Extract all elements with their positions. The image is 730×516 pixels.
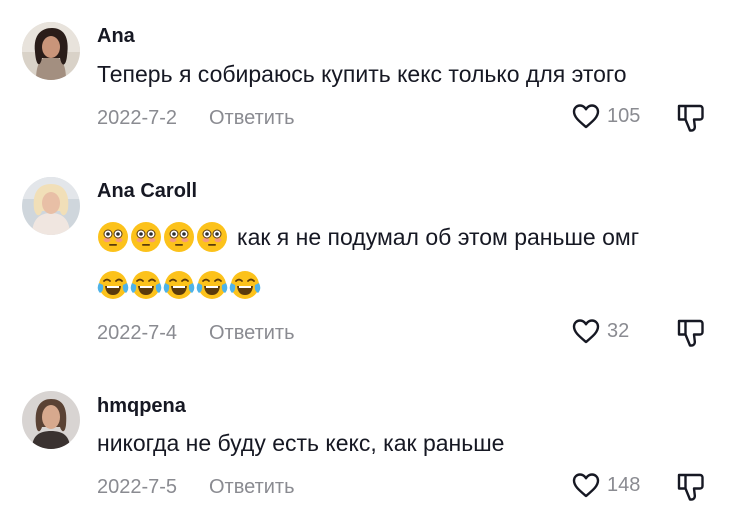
- reply-button[interactable]: Ответить: [209, 107, 295, 130]
- like-count: 105: [607, 104, 641, 127]
- thumbs-down-icon: [676, 103, 706, 133]
- comment-username[interactable]: Ana: [97, 25, 135, 48]
- comment-emoji-line: [97, 269, 261, 301]
- reply-button[interactable]: Ответить: [209, 322, 295, 345]
- tears-of-joy-icon: [229, 269, 261, 301]
- comment-date: 2022-7-2: [97, 107, 178, 129]
- flushed-face-icon: [130, 221, 162, 253]
- avatar[interactable]: [22, 391, 80, 449]
- avatar[interactable]: [22, 22, 80, 80]
- comment-text: Теперь я собираюсь купить кекс только дл…: [97, 61, 627, 87]
- comment-text-line: как я не подумал об этом раньше омг: [97, 221, 639, 253]
- tears-of-joy-icon: [97, 269, 129, 301]
- like-button[interactable]: 105: [571, 102, 640, 130]
- avatar[interactable]: [22, 177, 80, 235]
- reply-button[interactable]: Ответить: [209, 476, 295, 499]
- thumbs-down-icon: [676, 318, 706, 348]
- dislike-button[interactable]: [676, 103, 706, 133]
- comment-date: 2022-7-4: [97, 322, 178, 344]
- like-button[interactable]: 32: [571, 317, 629, 345]
- dislike-button[interactable]: [676, 318, 706, 348]
- comment-text: как я не подумал об этом раньше омг: [237, 223, 640, 250]
- like-button[interactable]: 148: [571, 471, 640, 499]
- like-count: 32: [607, 319, 630, 342]
- comment-username[interactable]: hmqpena: [97, 395, 186, 418]
- comment-date: 2022-7-5: [97, 476, 178, 498]
- like-count: 148: [607, 473, 641, 496]
- tears-of-joy-icon: [130, 269, 162, 301]
- thumbs-down-icon: [676, 472, 706, 502]
- heart-icon: [571, 317, 601, 345]
- heart-icon: [571, 102, 601, 130]
- dislike-button[interactable]: [676, 472, 706, 502]
- comment-text: никогда не буду есть кекс, как раньше: [97, 430, 505, 456]
- flushed-face-icon: [163, 221, 195, 253]
- heart-icon: [571, 471, 601, 499]
- tears-of-joy-icon: [163, 269, 195, 301]
- tears-of-joy-icon: [196, 269, 228, 301]
- comment-username[interactable]: Ana Caroll: [97, 180, 197, 203]
- flushed-face-icon: [97, 221, 129, 253]
- flushed-face-icon: [196, 221, 228, 253]
